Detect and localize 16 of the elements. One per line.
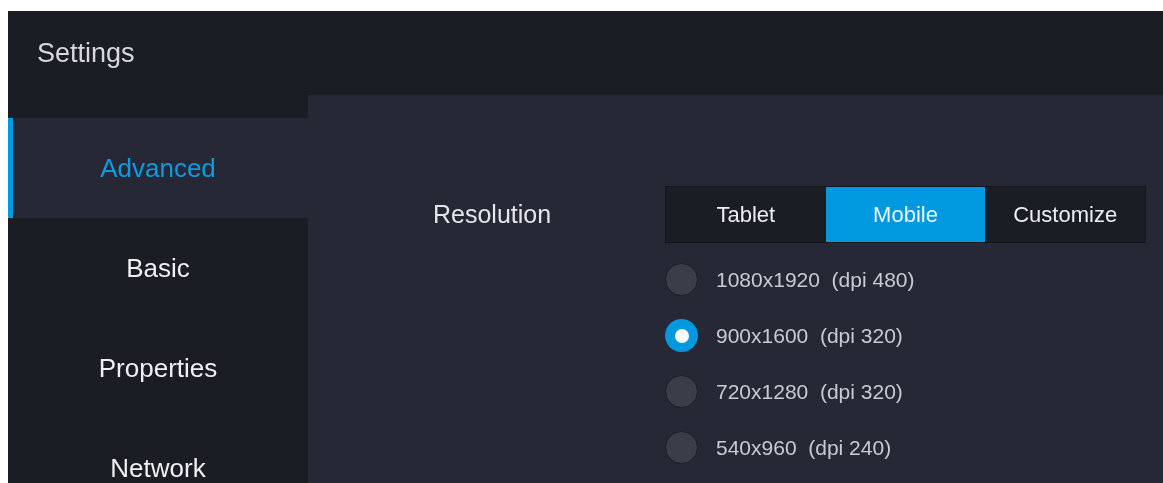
sidebar-item[interactable]: Advanced: [8, 118, 308, 218]
resolution-option-label: 900x1600 (dpi 320): [716, 322, 903, 349]
radio-button[interactable]: [665, 263, 698, 296]
mode-tab[interactable]: Customize: [985, 187, 1145, 242]
sidebar-item[interactable]: Network: [8, 418, 308, 483]
radio-button[interactable]: [665, 375, 698, 408]
resolution-option-label: 720x1280 (dpi 320): [716, 378, 903, 405]
mode-tab[interactable]: Tablet: [666, 187, 826, 242]
resolution-label: Resolution: [433, 199, 553, 230]
radio-button[interactable]: [665, 319, 698, 352]
resolution-option-label: 540x960 (dpi 240): [716, 434, 892, 461]
radio-button[interactable]: [665, 431, 698, 464]
resolution-option-label: 1080x1920 (dpi 480): [716, 266, 915, 293]
sidebar-item[interactable]: Properties: [8, 318, 308, 418]
window-title: Settings: [37, 36, 135, 70]
sidebar-item[interactable]: Basic: [8, 218, 308, 318]
